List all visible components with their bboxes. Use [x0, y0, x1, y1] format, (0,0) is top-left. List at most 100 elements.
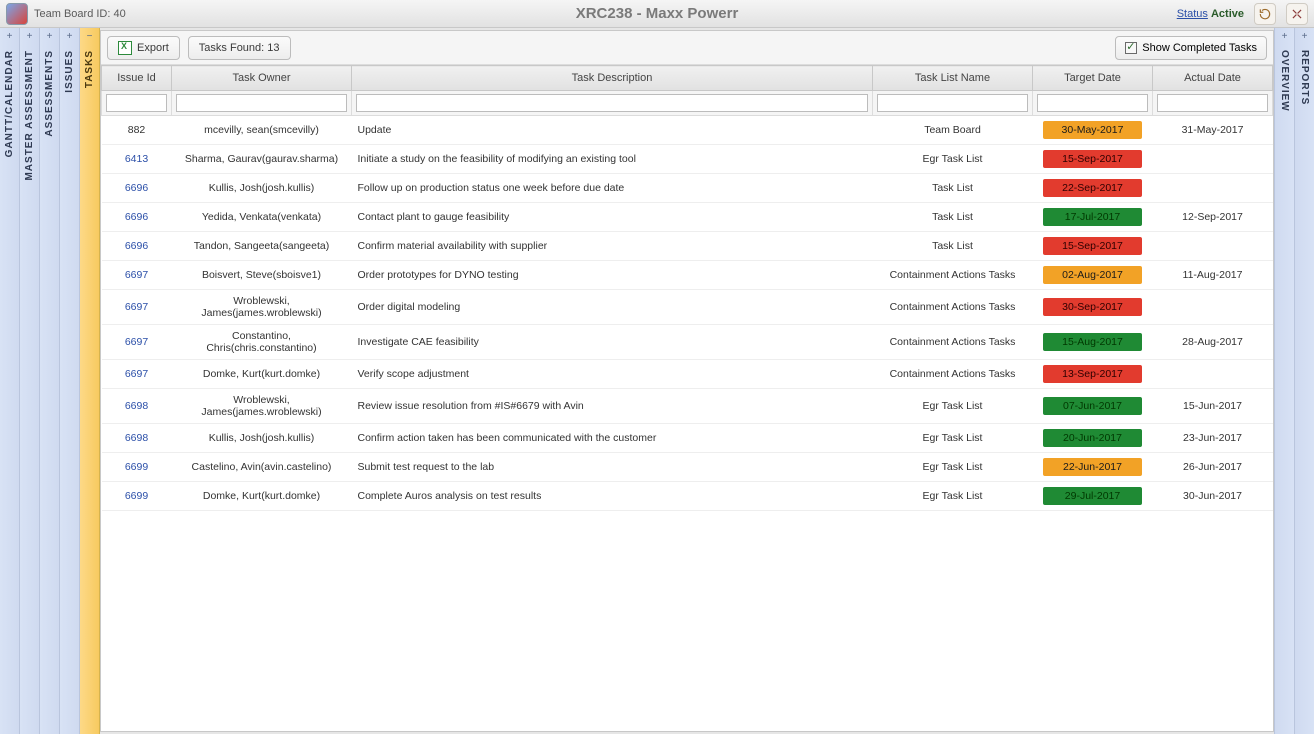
cell-target: 15-Aug-2017	[1033, 325, 1153, 360]
cell-owner: Constantino, Chris(chris.constantino)	[172, 325, 352, 360]
cell-issue[interactable]: 6696	[102, 174, 172, 203]
table-body: 882mcevilly, sean(smcevilly)UpdateTeam B…	[102, 116, 1273, 511]
cell-issue[interactable]: 6697	[102, 261, 172, 290]
cell-issue[interactable]: 6696	[102, 203, 172, 232]
col-header-desc[interactable]: Task Description	[352, 66, 873, 91]
cell-issue[interactable]: 6697	[102, 325, 172, 360]
table-row[interactable]: 6696Tandon, Sangeeta(sangeeta)Confirm ma…	[102, 232, 1273, 261]
tab-tasks[interactable]: −TASKS	[80, 28, 100, 734]
cell-target: 22-Sep-2017	[1033, 174, 1153, 203]
table-row[interactable]: 6698Kullis, Josh(josh.kullis)Confirm act…	[102, 424, 1273, 453]
cell-actual	[1153, 290, 1273, 325]
tab-label: OVERVIEW	[1279, 50, 1290, 112]
cell-issue[interactable]: 6699	[102, 453, 172, 482]
table-row[interactable]: 6696Kullis, Josh(josh.kullis)Follow up o…	[102, 174, 1273, 203]
table-scroll-area[interactable]: Issue Id Task Owner Task Description Tas…	[101, 65, 1273, 731]
table-row[interactable]: 6696Yedida, Venkata(venkata)Contact plan…	[102, 203, 1273, 232]
cell-list: Team Board	[873, 116, 1033, 145]
cell-owner: mcevilly, sean(smcevilly)	[172, 116, 352, 145]
cell-issue[interactable]: 6698	[102, 389, 172, 424]
cell-owner: Kullis, Josh(josh.kullis)	[172, 424, 352, 453]
cell-list: Task List	[873, 174, 1033, 203]
cell-list: Containment Actions Tasks	[873, 290, 1033, 325]
table-row[interactable]: 6699Castelino, Avin(avin.castelino)Submi…	[102, 453, 1273, 482]
col-header-actual[interactable]: Actual Date	[1153, 66, 1273, 91]
cell-desc: Follow up on production status one week …	[352, 174, 873, 203]
filter-actual[interactable]	[1157, 94, 1268, 112]
show-completed-label: Show Completed Tasks	[1142, 42, 1257, 54]
cell-target: 15-Sep-2017	[1033, 232, 1153, 261]
cell-list: Egr Task List	[873, 482, 1033, 511]
show-completed-checkbox[interactable]: Show Completed Tasks	[1115, 36, 1267, 60]
cell-owner: Domke, Kurt(kurt.domke)	[172, 360, 352, 389]
col-header-issue[interactable]: Issue Id	[102, 66, 172, 91]
cell-desc: Confirm action taken has been communicat…	[352, 424, 873, 453]
export-button[interactable]: Export	[107, 36, 180, 60]
cell-desc: Review issue resolution from #IS#6679 wi…	[352, 389, 873, 424]
cell-desc: Verify scope adjustment	[352, 360, 873, 389]
cell-list: Egr Task List	[873, 424, 1033, 453]
cell-owner: Sharma, Gaurav(gaurav.sharma)	[172, 145, 352, 174]
table-row[interactable]: 882mcevilly, sean(smcevilly)UpdateTeam B…	[102, 116, 1273, 145]
tab-overview[interactable]: +OVERVIEW	[1274, 28, 1294, 734]
cell-actual: 28-Aug-2017	[1153, 325, 1273, 360]
cell-issue[interactable]: 6696	[102, 232, 172, 261]
col-header-list[interactable]: Task List Name	[873, 66, 1033, 91]
cell-list: Containment Actions Tasks	[873, 261, 1033, 290]
status-link[interactable]: Status	[1177, 8, 1208, 20]
tab-label: GANTT/CALENDAR	[4, 50, 15, 157]
filter-list[interactable]	[877, 94, 1028, 112]
cell-desc: Update	[352, 116, 873, 145]
cell-issue[interactable]: 882	[102, 116, 172, 145]
tab-master[interactable]: +MASTER ASSESSMENT	[20, 28, 40, 734]
filter-target[interactable]	[1037, 94, 1148, 112]
cell-issue[interactable]: 6697	[102, 290, 172, 325]
table-row[interactable]: 6697Domke, Kurt(kurt.domke)Verify scope …	[102, 360, 1273, 389]
table-row[interactable]: 6697Boisvert, Steve(sboisve1)Order proto…	[102, 261, 1273, 290]
cell-issue[interactable]: 6413	[102, 145, 172, 174]
tasks-table: Issue Id Task Owner Task Description Tas…	[101, 65, 1273, 511]
filter-desc[interactable]	[356, 94, 868, 112]
cell-actual: 26-Jun-2017	[1153, 453, 1273, 482]
cell-owner: Tandon, Sangeeta(sangeeta)	[172, 232, 352, 261]
topbar: Team Board ID: 40 XRC238 - Maxx Powerr S…	[0, 0, 1314, 28]
table-row[interactable]: 6697Wroblewski, James(james.wroblewski)O…	[102, 290, 1273, 325]
expand-icon: +	[1295, 28, 1314, 44]
cell-owner: Wroblewski, James(james.wroblewski)	[172, 389, 352, 424]
tab-gantt[interactable]: +GANTT/CALENDAR	[0, 28, 20, 734]
filter-issue[interactable]	[106, 94, 167, 112]
cell-list: Egr Task List	[873, 145, 1033, 174]
tab-assess[interactable]: +ASSESSMENTS	[40, 28, 60, 734]
table-row[interactable]: 6698Wroblewski, James(james.wroblewski)R…	[102, 389, 1273, 424]
cell-target: 22-Jun-2017	[1033, 453, 1153, 482]
refresh-icon[interactable]	[1254, 3, 1276, 25]
cell-actual	[1153, 360, 1273, 389]
cell-desc: Contact plant to gauge feasibility	[352, 203, 873, 232]
cell-target: 02-Aug-2017	[1033, 261, 1153, 290]
col-header-target[interactable]: Target Date	[1033, 66, 1153, 91]
table-row[interactable]: 6697Constantino, Chris(chris.constantino…	[102, 325, 1273, 360]
settings-icon[interactable]	[1286, 3, 1308, 25]
tab-reports[interactable]: +REPORTS	[1294, 28, 1314, 734]
page-title: XRC238 - Maxx Powerr	[576, 5, 739, 22]
tab-issues[interactable]: +ISSUES	[60, 28, 80, 734]
cell-desc: Submit test request to the lab	[352, 453, 873, 482]
left-tab-rail: +GANTT/CALENDAR+MASTER ASSESSMENT+ASSESS…	[0, 28, 100, 734]
cell-target: 07-Jun-2017	[1033, 389, 1153, 424]
tasks-found-label: Tasks Found: 13	[188, 36, 291, 60]
tab-label: MASTER ASSESSMENT	[24, 50, 35, 181]
status-value: Active	[1211, 8, 1244, 20]
cell-list: Egr Task List	[873, 453, 1033, 482]
filter-owner[interactable]	[176, 94, 347, 112]
right-tab-rail: +OVERVIEW+REPORTS	[1274, 28, 1314, 734]
table-row[interactable]: 6699Domke, Kurt(kurt.domke)Complete Auro…	[102, 482, 1273, 511]
cell-issue[interactable]: 6699	[102, 482, 172, 511]
col-header-owner[interactable]: Task Owner	[172, 66, 352, 91]
tab-label: ISSUES	[64, 50, 75, 93]
expand-icon: +	[40, 28, 59, 44]
table-row[interactable]: 6413Sharma, Gaurav(gaurav.sharma)Initiat…	[102, 145, 1273, 174]
cell-issue[interactable]: 6697	[102, 360, 172, 389]
cell-issue[interactable]: 6698	[102, 424, 172, 453]
cell-actual: 30-Jun-2017	[1153, 482, 1273, 511]
cell-target: 13-Sep-2017	[1033, 360, 1153, 389]
